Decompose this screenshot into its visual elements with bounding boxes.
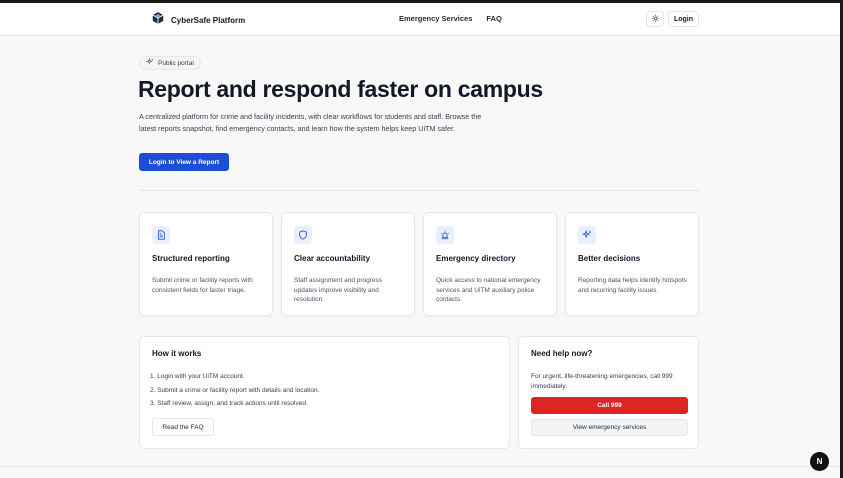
feature-card-better-decisions: Better decisions Reporting data helps id… bbox=[565, 212, 699, 316]
sparkles-icon bbox=[145, 57, 154, 68]
public-portal-badge: Public portal bbox=[139, 56, 201, 70]
feature-title: Structured reporting bbox=[152, 254, 230, 263]
hero-description: A centralized platform for crime and fac… bbox=[139, 112, 482, 133]
step-item: 1. Login with your UiTM account. bbox=[150, 373, 245, 380]
step-item: 3. Staff review, assign, and track actio… bbox=[150, 400, 308, 407]
how-it-works-title: How it works bbox=[152, 349, 202, 358]
feature-title: Better decisions bbox=[578, 254, 641, 263]
badge-label: Public portal bbox=[158, 59, 194, 67]
document-icon bbox=[152, 226, 170, 244]
page-title: Report and respond faster on campus bbox=[138, 76, 543, 102]
nav-emergency-services[interactable]: Emergency Services bbox=[399, 14, 472, 23]
feature-title: Clear accountability bbox=[294, 254, 371, 263]
sun-icon bbox=[651, 10, 660, 28]
cube-logo-icon bbox=[151, 11, 165, 30]
steps-list: 1. Login with your UiTM account. 2. Subm… bbox=[150, 373, 319, 414]
step-item: 2. Submit a crime or facility report wit… bbox=[150, 386, 320, 394]
brand-name: CyberSafe Platform bbox=[171, 16, 246, 25]
feature-description: Quick access to national emergency servi… bbox=[436, 277, 541, 303]
feature-description: Staff assignment and progress updates im… bbox=[294, 277, 383, 303]
site-header: CyberSafe Platform Emergency Services FA… bbox=[0, 3, 840, 36]
nav-faq[interactable]: FAQ bbox=[486, 14, 501, 23]
feature-card-emergency-directory: Emergency directory Quick access to nati… bbox=[423, 212, 557, 316]
siren-icon bbox=[436, 226, 454, 244]
read-faq-button[interactable]: Read the FAQ bbox=[152, 418, 214, 436]
how-it-works-card: How it works 1. Login with your UiTM acc… bbox=[139, 336, 510, 449]
need-help-card: Need help now? For urgent, life-threaten… bbox=[518, 336, 699, 449]
login-to-view-report-button[interactable]: Login to View a Report bbox=[139, 153, 229, 171]
sparkles-icon bbox=[578, 226, 596, 244]
shield-icon bbox=[294, 226, 312, 244]
feature-description: Reporting data helps identify hotspots a… bbox=[578, 277, 687, 294]
footer-divider bbox=[0, 466, 840, 467]
main-nav: Emergency Services FAQ bbox=[399, 14, 502, 23]
need-help-description: For urgent, life-threatening emergencies… bbox=[531, 373, 673, 390]
login-button[interactable]: Login bbox=[668, 11, 699, 27]
dev-tools-badge[interactable]: N bbox=[810, 452, 829, 471]
feature-card-structured-reporting: Structured reporting Submit crime or fac… bbox=[139, 212, 273, 316]
feature-card-clear-accountability: Clear accountability Staff assignment an… bbox=[281, 212, 415, 316]
feature-title: Emergency directory bbox=[436, 254, 516, 263]
brand[interactable]: CyberSafe Platform bbox=[151, 11, 245, 30]
feature-description: Submit crime or facility reports with co… bbox=[152, 277, 253, 294]
theme-toggle-button[interactable] bbox=[646, 11, 664, 27]
view-emergency-services-button[interactable]: View emergency services bbox=[531, 419, 688, 436]
section-divider bbox=[139, 190, 699, 191]
need-help-title: Need help now? bbox=[531, 349, 593, 358]
call-999-button[interactable]: Call 999 bbox=[531, 397, 688, 414]
